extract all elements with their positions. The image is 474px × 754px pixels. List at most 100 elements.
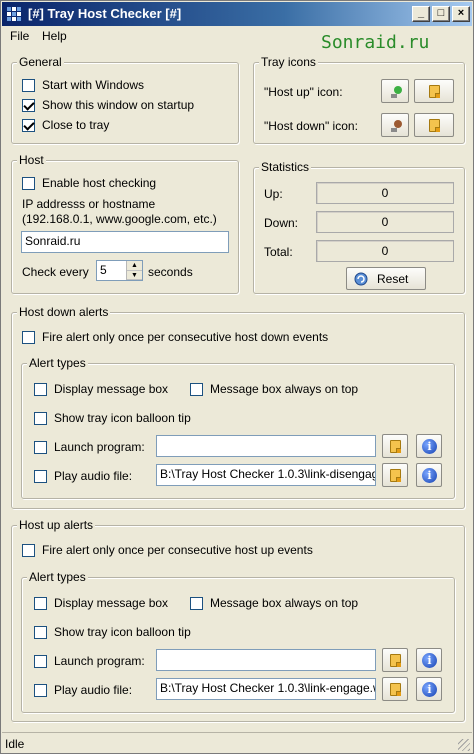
host-up-alerts-title: Host up alerts	[17, 518, 96, 532]
minimize-button[interactable]: _	[412, 6, 430, 22]
info-icon: i	[422, 468, 437, 483]
down-launch-info-button[interactable]: i	[416, 434, 442, 458]
title-bar[interactable]: [#] Tray Host Checker [#] _ □ ×	[2, 2, 472, 26]
host-down-alerts-title: Host down alerts	[17, 305, 111, 319]
folder-icon	[429, 85, 440, 98]
up-count: 0	[316, 182, 454, 204]
host-input[interactable]: Sonraid.ru	[21, 231, 229, 253]
host-up-icon-preview-button[interactable]	[381, 79, 409, 103]
down-audio-info-button[interactable]: i	[416, 463, 442, 487]
up-balloon-tip-label: Show tray icon balloon tip	[54, 625, 191, 639]
tray-icons-title: Tray icons	[259, 55, 318, 69]
spinner-down-icon[interactable]: ▼	[127, 270, 142, 280]
up-fire-once-label: Fire alert only once per consecutive hos…	[42, 543, 313, 557]
host-group: Host Enable host checking IP addresss or…	[11, 153, 239, 294]
up-display-message-label: Display message box	[54, 596, 169, 610]
host-up-icon-browse-button[interactable]	[414, 79, 454, 103]
total-count: 0	[316, 240, 454, 262]
close-to-tray-label: Close to tray	[42, 118, 110, 132]
host-up-alerts-group: Host up alerts Fire alert only once per …	[11, 518, 465, 722]
down-fire-once-label: Fire alert only once per consecutive hos…	[42, 330, 329, 344]
up-launch-program-label: Launch program:	[54, 654, 145, 668]
folder-icon	[429, 119, 440, 132]
down-fire-once-checkbox[interactable]	[22, 331, 35, 344]
statistics-group: Statistics Up: 0 Down: 0 Total: 0 Reset	[253, 160, 465, 294]
enable-host-checking-label: Enable host checking	[42, 176, 157, 190]
start-with-windows-label: Start with Windows	[42, 78, 145, 92]
up-alert-types-title: Alert types	[27, 570, 88, 584]
ip-example-label: (192.168.0.1, www.google.com, etc.)	[22, 212, 217, 226]
info-icon: i	[422, 653, 437, 668]
folder-icon	[390, 469, 401, 482]
app-icon	[7, 7, 21, 21]
up-label: Up:	[264, 187, 283, 201]
up-audio-file-input[interactable]: B:\Tray Host Checker 1.0.3\link-engage.w…	[156, 678, 376, 700]
up-launch-info-button[interactable]: i	[416, 648, 442, 672]
general-group: General Start with Windows Show this win…	[11, 55, 239, 144]
up-launch-program-checkbox[interactable]	[34, 655, 47, 668]
reset-label: Reset	[377, 272, 409, 286]
folder-icon	[390, 440, 401, 453]
up-audio-info-button[interactable]: i	[416, 677, 442, 701]
status-text: Idle	[5, 737, 25, 751]
host-down-tray-icon	[391, 120, 402, 132]
down-launch-program-input[interactable]	[156, 435, 376, 457]
ip-label: IP addresss or hostname	[22, 197, 156, 211]
down-message-on-top-checkbox[interactable]	[190, 383, 203, 396]
seconds-label: seconds	[148, 265, 193, 279]
menu-help[interactable]: Help	[42, 29, 67, 43]
up-play-audio-label: Play audio file:	[54, 683, 133, 697]
down-message-on-top-label: Message box always on top	[210, 382, 359, 396]
up-display-message-checkbox[interactable]	[34, 597, 47, 610]
down-audio-file-input[interactable]: B:\Tray Host Checker 1.0.3\link-disengag…	[156, 464, 376, 486]
refresh-icon	[354, 272, 368, 286]
down-display-message-label: Display message box	[54, 382, 169, 396]
spinner-up-icon[interactable]: ▲	[127, 261, 142, 271]
resize-grip-icon[interactable]	[458, 739, 470, 751]
check-every-label: Check every	[22, 265, 89, 279]
up-fire-once-checkbox[interactable]	[22, 544, 35, 557]
reset-button[interactable]: Reset	[346, 267, 426, 290]
menu-file[interactable]: File	[10, 29, 29, 43]
up-message-on-top-checkbox[interactable]	[190, 597, 203, 610]
host-up-tray-icon	[391, 86, 402, 98]
down-play-audio-label: Play audio file:	[54, 469, 133, 483]
start-with-windows-checkbox[interactable]	[22, 79, 35, 92]
up-launch-program-input[interactable]	[156, 649, 376, 671]
down-play-audio-checkbox[interactable]	[34, 470, 47, 483]
up-audio-browse-button[interactable]	[382, 677, 408, 701]
down-label: Down:	[264, 216, 299, 230]
general-title: General	[17, 55, 64, 69]
down-alert-types-title: Alert types	[27, 356, 88, 370]
tray-icons-group: Tray icons "Host up" icon: "Host down" i…	[253, 55, 465, 144]
folder-icon	[390, 654, 401, 667]
show-on-startup-label: Show this window on startup	[42, 98, 195, 112]
up-launch-browse-button[interactable]	[382, 648, 408, 672]
down-balloon-tip-checkbox[interactable]	[34, 412, 47, 425]
close-to-tray-checkbox[interactable]	[22, 119, 35, 132]
maximize-button[interactable]: □	[432, 6, 450, 22]
host-title: Host	[17, 153, 46, 167]
close-button[interactable]: ×	[452, 6, 470, 22]
enable-host-checking-checkbox[interactable]	[22, 177, 35, 190]
host-down-icon-browse-button[interactable]	[414, 113, 454, 137]
show-on-startup-checkbox[interactable]	[22, 99, 35, 112]
down-display-message-checkbox[interactable]	[34, 383, 47, 396]
down-launch-program-checkbox[interactable]	[34, 441, 47, 454]
total-label: Total:	[264, 245, 293, 259]
up-balloon-tip-checkbox[interactable]	[34, 626, 47, 639]
info-icon: i	[422, 682, 437, 697]
down-audio-browse-button[interactable]	[382, 463, 408, 487]
folder-icon	[390, 683, 401, 696]
main-window: [#] Tray Host Checker [#] _ □ × File Hel…	[0, 0, 474, 754]
host-down-alerts-group: Host down alerts Fire alert only once pe…	[11, 305, 465, 509]
check-interval-spinner[interactable]: 5 ▲ ▼	[96, 260, 143, 281]
host-down-icon-preview-button[interactable]	[381, 113, 409, 137]
up-alert-types-group: Alert types Display message box Message …	[21, 570, 455, 713]
check-interval-value: 5	[100, 263, 107, 277]
down-launch-browse-button[interactable]	[382, 434, 408, 458]
watermark-text: Sonraid.ru	[321, 32, 430, 53]
host-down-icon-label: "Host down" icon:	[264, 119, 358, 133]
up-message-on-top-label: Message box always on top	[210, 596, 359, 610]
up-play-audio-checkbox[interactable]	[34, 684, 47, 697]
